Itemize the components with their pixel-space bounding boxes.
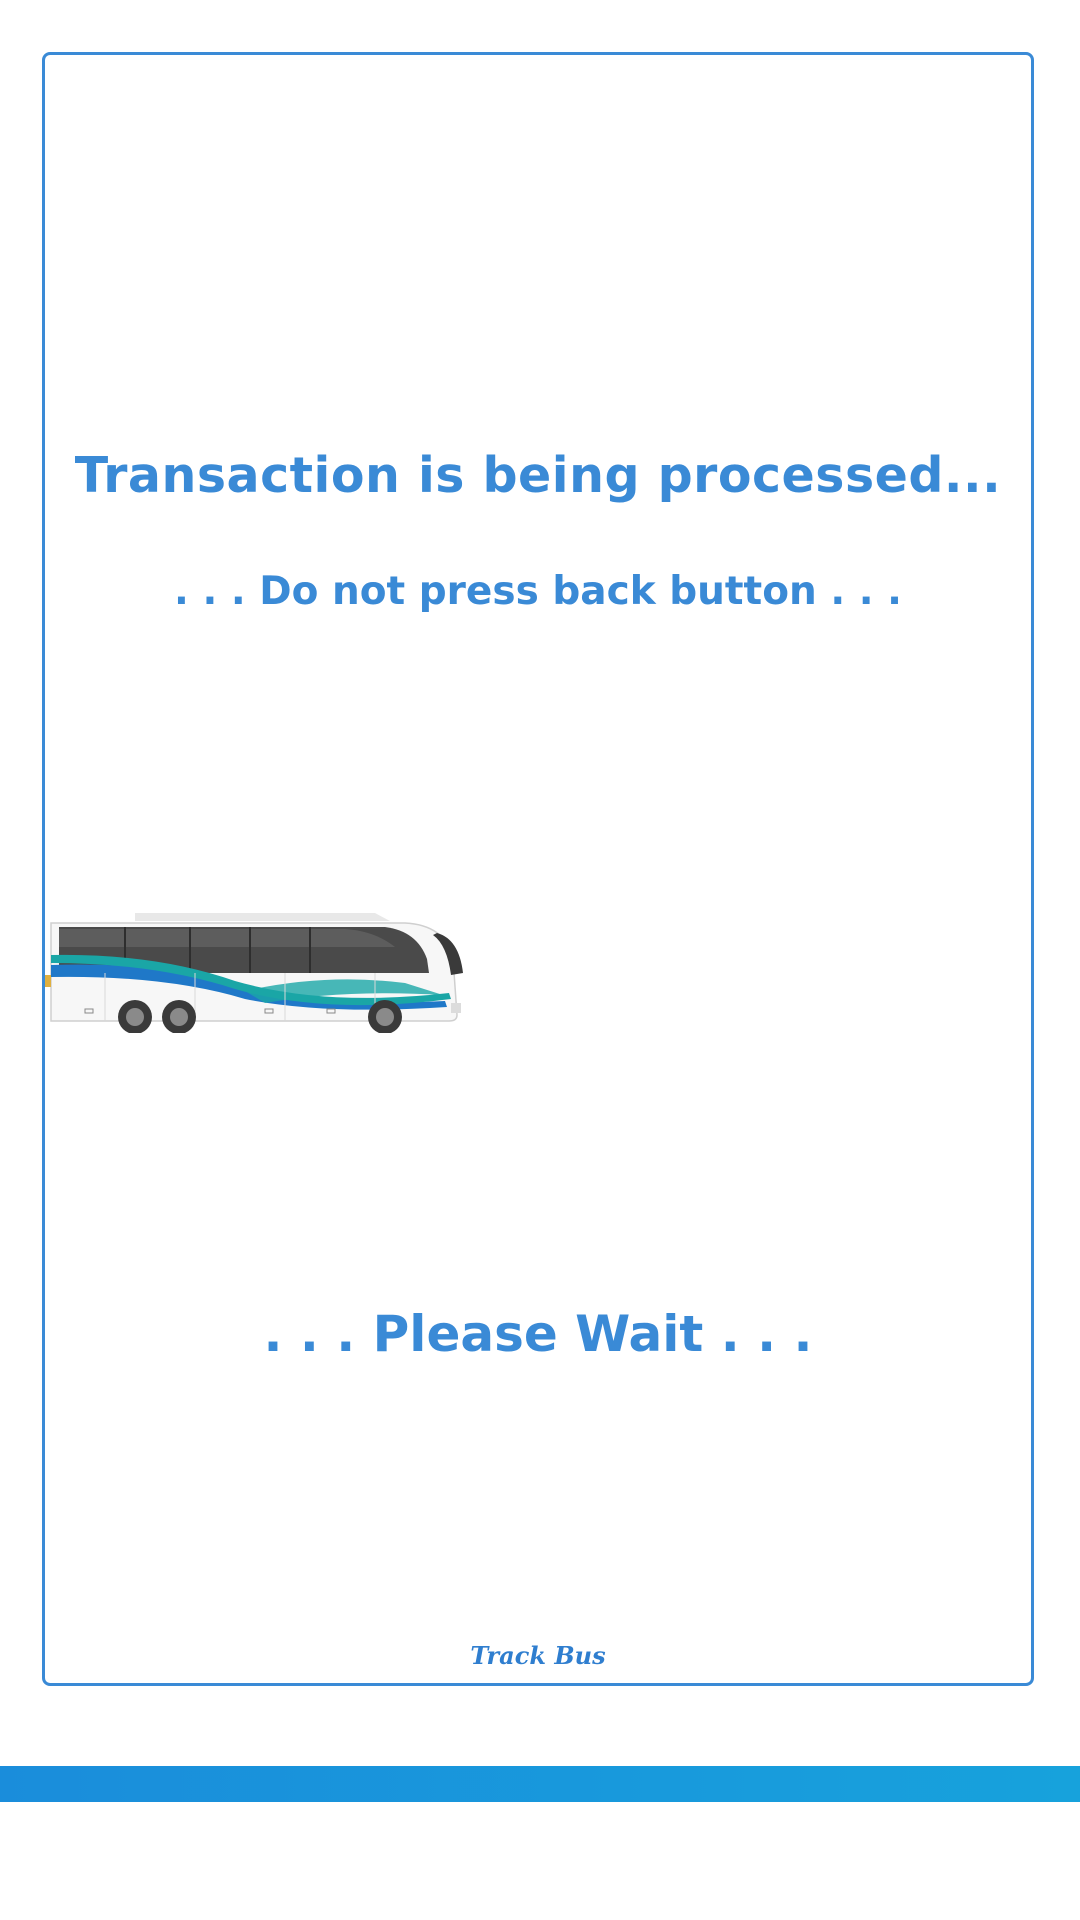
bus-icon: [45, 913, 463, 1033]
processing-title: Transaction is being processed...: [74, 447, 1002, 504]
please-wait-text: . . . Please Wait . . .: [263, 1305, 813, 1363]
bottom-bar: [0, 1766, 1080, 1802]
brand-name: Track Bus: [470, 1641, 606, 1670]
processing-card: Transaction is being processed... . . . …: [42, 52, 1034, 1686]
back-button-warning: . . . Do not press back button . . .: [174, 569, 902, 614]
